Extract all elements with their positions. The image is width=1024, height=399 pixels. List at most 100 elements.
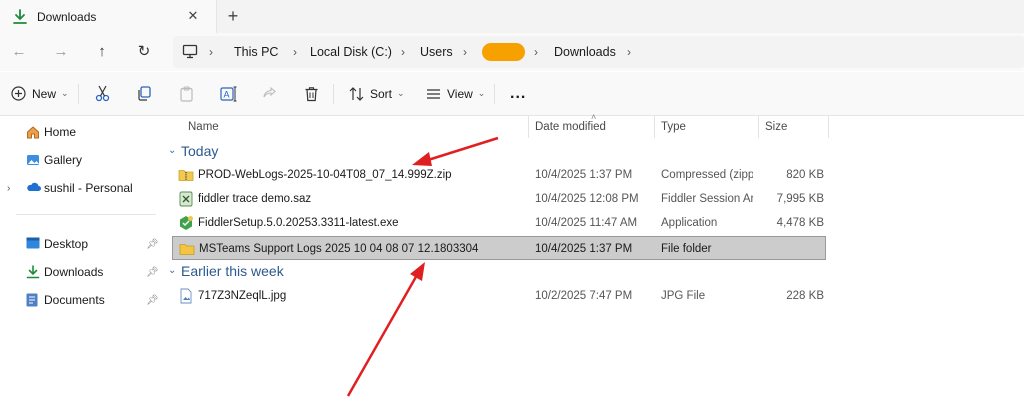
tab-downloads[interactable]: Downloads ✕ bbox=[0, 0, 217, 33]
file-row[interactable]: 717Z3NZeqlL.jpg 10/2/2025 7:47 PM JPG Fi… bbox=[172, 284, 826, 308]
sidebar-item-label: Home bbox=[44, 125, 77, 139]
more-options-button[interactable]: ... bbox=[510, 72, 526, 115]
rename-icon: A bbox=[220, 86, 237, 102]
column-divider[interactable] bbox=[528, 116, 529, 138]
sidebar-item-gallery[interactable]: Gallery bbox=[0, 146, 162, 174]
chevron-right-icon: › bbox=[209, 45, 213, 59]
chevron-down-icon: ⌄ bbox=[168, 265, 177, 276]
group-label: Today bbox=[181, 143, 219, 159]
close-tab-icon[interactable]: ✕ bbox=[186, 9, 200, 23]
crumb-users[interactable]: Users bbox=[420, 36, 453, 68]
chevron-down-icon: ⌄ bbox=[61, 88, 69, 98]
file-size: 7,995 KB bbox=[776, 193, 824, 205]
tab-title: Downloads bbox=[37, 9, 97, 24]
sidebar-item-downloads[interactable]: Downloads 📌︎ bbox=[0, 258, 162, 286]
crumb-local-disk[interactable]: Local Disk (C:) bbox=[310, 36, 392, 68]
sidebar-item-documents[interactable]: Documents 📌︎ bbox=[0, 286, 162, 314]
sidebar-item-label: Gallery bbox=[44, 153, 83, 167]
chevron-right-icon: › bbox=[534, 45, 538, 59]
group-header-today[interactable]: ⌄ Today bbox=[162, 140, 1024, 164]
chevron-down-icon: ⌄ bbox=[168, 145, 177, 156]
folder-icon bbox=[179, 241, 195, 257]
file-type: Application bbox=[661, 217, 718, 229]
file-name: 717Z3NZeqlL.jpg bbox=[198, 290, 287, 302]
command-toolbar: New ⌄ A Sort ⌄ View ⌄ ... bbox=[0, 72, 1024, 116]
chevron-right-icon[interactable]: › bbox=[7, 183, 10, 194]
share-icon bbox=[262, 86, 277, 101]
file-row[interactable]: fiddler trace demo.saz 10/4/2025 12:08 P… bbox=[172, 187, 826, 211]
scissors-icon bbox=[95, 85, 110, 102]
chevron-right-icon: › bbox=[293, 45, 297, 59]
download-icon bbox=[26, 265, 40, 279]
refresh-button[interactable]: ↻ bbox=[134, 42, 154, 62]
view-label: View bbox=[447, 86, 473, 101]
share-button[interactable] bbox=[262, 72, 277, 115]
column-divider[interactable] bbox=[828, 116, 829, 138]
gallery-icon bbox=[26, 153, 40, 167]
file-size: 820 KB bbox=[786, 169, 824, 181]
new-button[interactable]: New ⌄ bbox=[11, 72, 69, 115]
file-type: File folder bbox=[661, 243, 712, 255]
new-tab-button[interactable]: + bbox=[224, 7, 242, 25]
file-row[interactable]: PROD-WebLogs-2025-10-04T08_07_14.999Z.zi… bbox=[172, 163, 826, 187]
column-header-date[interactable]: Date modified bbox=[535, 116, 606, 138]
chevron-down-icon: ⌄ bbox=[397, 88, 405, 98]
chevron-down-icon: ⌄ bbox=[477, 88, 486, 98]
toolbar-divider bbox=[333, 84, 334, 104]
group-header-earlier-this-week[interactable]: ⌄ Earlier this week bbox=[162, 260, 1024, 284]
file-date: 10/4/2025 1:37 PM bbox=[535, 169, 633, 181]
file-size bbox=[765, 237, 824, 261]
forward-button[interactable]: → bbox=[51, 42, 71, 62]
file-type: Compressed (zipp... bbox=[661, 169, 753, 181]
desktop-icon bbox=[26, 237, 40, 251]
up-button[interactable]: ↑ bbox=[92, 42, 112, 62]
paste-button[interactable] bbox=[179, 72, 194, 115]
svg-text:A: A bbox=[224, 89, 230, 99]
cut-button[interactable] bbox=[95, 72, 110, 115]
crumb-downloads[interactable]: Downloads bbox=[554, 36, 616, 68]
copy-icon bbox=[137, 86, 152, 101]
chevron-right-icon: › bbox=[401, 45, 405, 59]
file-type: JPG File bbox=[661, 290, 706, 302]
toolbar-divider bbox=[494, 84, 495, 104]
view-button[interactable]: View ⌄ bbox=[426, 72, 485, 115]
sidebar-item-onedrive[interactable]: › sushil - Personal bbox=[0, 174, 162, 202]
file-row-selected[interactable]: MSTeams Support Logs 2025 10 04 08 07 12… bbox=[172, 236, 826, 260]
column-header-type[interactable]: Type bbox=[661, 116, 686, 138]
pin-icon[interactable]: 📌︎ bbox=[146, 239, 159, 250]
column-header-size[interactable]: Size bbox=[765, 116, 787, 138]
trash-icon bbox=[304, 86, 319, 102]
sort-button[interactable]: Sort ⌄ bbox=[349, 72, 405, 115]
redacted-username[interactable] bbox=[482, 43, 525, 61]
documents-icon bbox=[26, 293, 40, 307]
zip-folder-icon bbox=[178, 167, 194, 183]
file-list: ˄ Name Date modified Type Size ⌄ Today P… bbox=[162, 112, 1024, 399]
chevron-right-icon: › bbox=[463, 45, 467, 59]
file-date: 10/2/2025 7:47 PM bbox=[535, 290, 633, 302]
file-row[interactable]: FiddlerSetup.5.0.20253.3311-latest.exe 1… bbox=[172, 211, 826, 235]
column-header-name[interactable]: Name bbox=[188, 116, 219, 138]
pin-icon[interactable]: 📌︎ bbox=[146, 295, 159, 306]
navigation-bar: ← → ↑ ↻ › This PC › Local Disk (C:) › Us… bbox=[0, 33, 1024, 71]
column-divider[interactable] bbox=[758, 116, 759, 138]
address-bar[interactable]: › This PC › Local Disk (C:) › Users › › … bbox=[173, 36, 1024, 68]
pin-icon[interactable]: 📌︎ bbox=[146, 267, 159, 278]
file-date: 10/4/2025 1:37 PM bbox=[535, 243, 633, 255]
fiddler-archive-icon bbox=[178, 191, 194, 207]
file-name: FiddlerSetup.5.0.20253.3311-latest.exe bbox=[198, 217, 399, 229]
rename-button[interactable]: A bbox=[220, 72, 237, 115]
paste-clipboard-icon bbox=[179, 85, 194, 102]
sidebar-item-desktop[interactable]: Desktop 📌︎ bbox=[0, 230, 162, 258]
file-size: 228 KB bbox=[786, 290, 824, 302]
group-label: Earlier this week bbox=[181, 263, 284, 279]
file-name: PROD-WebLogs-2025-10-04T08_07_14.999Z.zi… bbox=[198, 169, 452, 181]
crumb-this-pc[interactable]: This PC bbox=[234, 36, 278, 68]
back-button[interactable]: ← bbox=[9, 42, 29, 62]
copy-button[interactable] bbox=[137, 72, 152, 115]
installer-icon bbox=[178, 215, 194, 231]
plus-circle-icon bbox=[11, 86, 26, 101]
sidebar-item-home[interactable]: Home bbox=[0, 118, 162, 146]
delete-button[interactable] bbox=[304, 72, 319, 115]
new-label: New bbox=[32, 86, 57, 101]
column-divider[interactable] bbox=[654, 116, 655, 138]
